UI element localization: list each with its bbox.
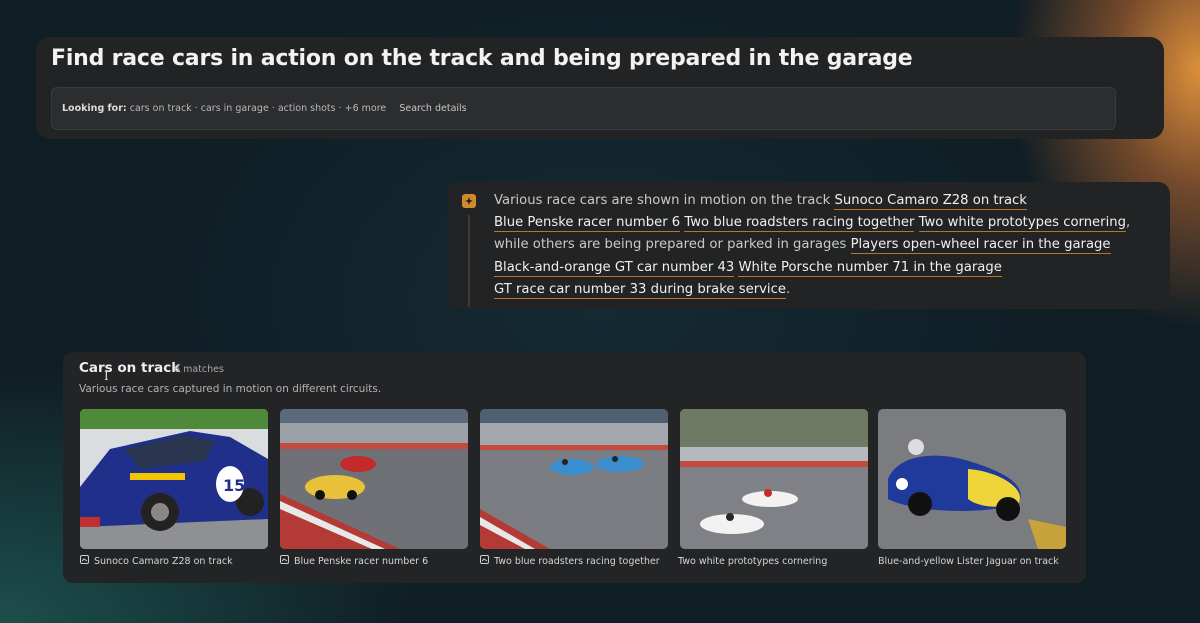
answer-text: Various race cars are shown in motion on… bbox=[494, 190, 1154, 301]
answer-end: . bbox=[785, 281, 791, 297]
answer-rail bbox=[468, 215, 470, 307]
text-cursor-icon: I bbox=[104, 369, 109, 383]
results-title: Cars on track bbox=[79, 360, 181, 376]
result-caption-5: Blue-and-yellow Lister Jaguar on track bbox=[878, 555, 1066, 568]
image-badge-icon bbox=[280, 555, 289, 564]
result-image-5[interactable] bbox=[878, 409, 1066, 549]
citation-penske-6[interactable]: Blue Penske racer number 6 bbox=[494, 215, 681, 233]
citation-blue-roadsters[interactable]: Two blue roadsters racing together bbox=[684, 215, 915, 233]
citation-sunoco-camaro[interactable]: Sunoco Camaro Z28 on track bbox=[834, 193, 1027, 210]
result-image-2[interactable] bbox=[280, 409, 468, 549]
looking-for-terms: cars on track · cars in garage · action … bbox=[129, 103, 387, 114]
svg-text:15: 15 bbox=[223, 476, 245, 495]
query-title: Find race cars in action on the track an… bbox=[51, 46, 913, 71]
citation-gt-33[interactable]: GT race car number 33 during brake servi… bbox=[494, 281, 786, 299]
search-summary-bar[interactable]: Looking for: cars on track · cars in gar… bbox=[51, 87, 1116, 130]
result-image-1[interactable]: 15 bbox=[80, 409, 268, 549]
query-card: Find race cars in action on the track an… bbox=[36, 37, 1164, 139]
citation-white-prototypes[interactable]: Two white prototypes cornering bbox=[918, 215, 1126, 233]
image-badge-icon bbox=[80, 555, 89, 564]
result-caption-4: Two white prototypes cornering bbox=[678, 555, 866, 568]
citation-gt-43[interactable]: Black-and-orange GT car number 43 bbox=[494, 259, 735, 277]
result-caption-1: Sunoco Camaro Z28 on track bbox=[80, 555, 268, 568]
results-count: 6 matches bbox=[174, 364, 224, 375]
results-section: Cars on track 6 matches Various race car… bbox=[63, 352, 1086, 583]
result-caption-3: Two blue roadsters racing together bbox=[480, 555, 668, 568]
result-caption-text: Blue-and-yellow Lister Jaguar on track bbox=[878, 556, 1059, 567]
citation-players-open-wheel[interactable]: Players open-wheel racer in the garage bbox=[850, 237, 1111, 255]
result-caption-text: Sunoco Camaro Z28 on track bbox=[94, 556, 233, 567]
search-details-link[interactable]: Search details bbox=[399, 103, 466, 114]
result-image-4[interactable] bbox=[680, 409, 868, 549]
result-caption-text: Two blue roadsters racing together bbox=[494, 556, 660, 567]
looking-for-label: Looking for: bbox=[62, 103, 127, 114]
results-description: Various race cars captured in motion on … bbox=[79, 383, 382, 395]
result-image-3[interactable] bbox=[480, 409, 668, 549]
sparkle-badge-icon bbox=[462, 194, 476, 208]
result-caption-text: Two white prototypes cornering bbox=[678, 556, 828, 567]
answer-intro: Various race cars are shown in motion on… bbox=[494, 193, 831, 208]
citation-porsche-71[interactable]: White Porsche number 71 in the garage bbox=[738, 259, 1002, 277]
result-caption-2: Blue Penske racer number 6 bbox=[280, 555, 468, 568]
answer-card: Various race cars are shown in motion on… bbox=[447, 182, 1170, 309]
result-caption-text: Blue Penske racer number 6 bbox=[294, 556, 429, 567]
image-badge-icon bbox=[480, 555, 489, 564]
